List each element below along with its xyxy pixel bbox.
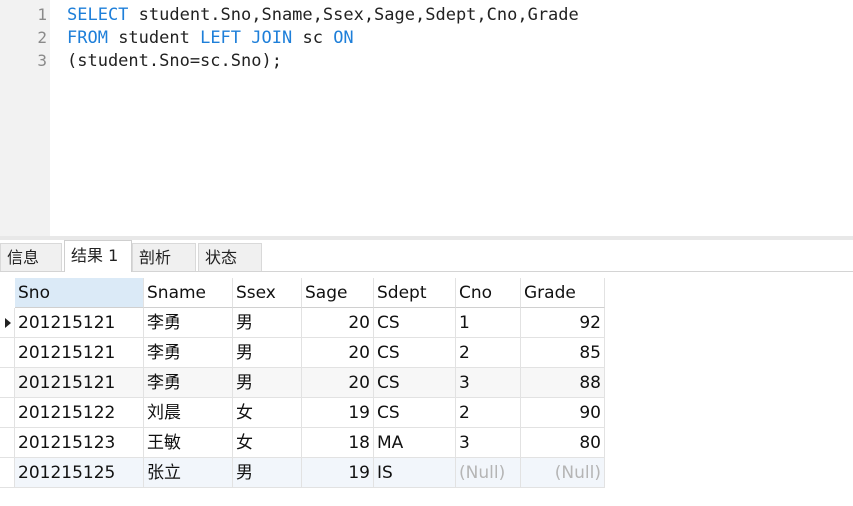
sql-text: student.Sno,Sname,Ssex,Sage,Sdept,Cno,Gr… [128, 5, 579, 25]
cell-sdept[interactable]: IS [374, 458, 456, 488]
row-indicator[interactable] [0, 428, 15, 458]
cell-sage[interactable]: 19 [302, 398, 374, 428]
sql-keyword: ON [333, 28, 354, 48]
cell-sname[interactable]: 李勇 [144, 368, 233, 398]
tab-result-1[interactable]: 结果 1 [64, 240, 132, 272]
row-indicator[interactable] [0, 338, 15, 368]
cell-sno[interactable]: 201215123 [15, 428, 144, 458]
cell-sno[interactable]: 201215121 [15, 368, 144, 398]
current-row-arrow-icon [5, 318, 11, 328]
line-number: 2 [37, 28, 47, 47]
code-text: FROM student LEFT JOIN sc ON [67, 27, 354, 49]
cell-cno[interactable]: 2 [456, 398, 521, 428]
row-indicator[interactable] [0, 308, 15, 338]
cell-sno[interactable]: 201215121 [15, 338, 144, 368]
sql-text: sc [292, 28, 334, 48]
cell-sname[interactable]: 李勇 [144, 308, 233, 338]
cell-sage[interactable]: 19 [302, 458, 374, 488]
code-text: (student.Sno=sc.Sno); [67, 50, 282, 72]
sql-keyword: FROM [67, 28, 108, 48]
cell-ssex[interactable]: 女 [233, 398, 302, 428]
table-row[interactable]: 201215121 李勇男 20 CS 2 85 [0, 338, 605, 368]
tab-profile[interactable]: 剖析 [132, 243, 196, 271]
sql-text: student [107, 28, 201, 48]
table-row[interactable]: 201215125 张立男 19 IS (Null) (Null) [0, 458, 605, 488]
cell-sno[interactable]: 201215125 [15, 458, 144, 488]
column-header-cno[interactable]: Cno [456, 278, 521, 308]
code-line: 3 (student.Sno=sc.Sno); [0, 50, 853, 72]
cell-cno[interactable]: 1 [456, 308, 521, 338]
column-header-sdept[interactable]: Sdept [374, 278, 456, 308]
table-row[interactable]: 201215121 李勇男 20 CS 3 88 [0, 368, 605, 398]
cell-cno[interactable]: 3 [456, 428, 521, 458]
column-header-sname[interactable]: Sname [144, 278, 233, 308]
cell-sdept[interactable]: CS [374, 338, 456, 368]
cell-sage[interactable]: 20 [302, 338, 374, 368]
cell-ssex[interactable]: 女 [233, 428, 302, 458]
cell-grade[interactable]: 92 [521, 308, 605, 338]
sql-editor[interactable]: 1 SELECT student.Sno,Sname,Ssex,Sage,Sdep… [0, 0, 853, 236]
cell-ssex[interactable]: 男 [233, 458, 302, 488]
cell-grade[interactable]: 88 [521, 368, 605, 398]
cell-cno[interactable]: 3 [456, 368, 521, 398]
cell-cno[interactable]: 2 [456, 338, 521, 368]
line-number: 1 [37, 5, 47, 24]
row-indicator[interactable] [0, 458, 15, 488]
column-header-sage[interactable]: Sage [302, 278, 374, 308]
cell-cno[interactable]: (Null) [456, 458, 521, 488]
sql-text: (student.Sno=sc.Sno); [67, 51, 282, 71]
cell-sdept[interactable]: CS [374, 308, 456, 338]
cell-sage[interactable]: 20 [302, 308, 374, 338]
sql-keyword: LEFT [200, 28, 242, 48]
cell-sdept[interactable]: MA [374, 428, 456, 458]
column-header-grade[interactable]: Grade [521, 278, 605, 308]
cell-sname[interactable]: 李勇 [144, 338, 233, 368]
cell-sdept[interactable]: CS [374, 398, 456, 428]
sql-keyword: JOIN [251, 28, 293, 48]
cell-sage[interactable]: 20 [302, 368, 374, 398]
row-indicator[interactable] [0, 368, 15, 398]
row-indicator[interactable] [0, 398, 15, 428]
line-number: 3 [37, 51, 47, 70]
cell-ssex[interactable]: 男 [233, 338, 302, 368]
table-row[interactable]: 201215121 李勇男 20 CS 1 92 [0, 308, 605, 338]
cell-sdept[interactable]: CS [374, 368, 456, 398]
cell-sage[interactable]: 18 [302, 428, 374, 458]
cell-sname[interactable]: 张立 [144, 458, 233, 488]
tab-info[interactable]: 信息 [0, 243, 62, 271]
tab-status[interactable]: 状态 [198, 243, 262, 271]
sql-keyword: SELECT [67, 5, 129, 25]
code-text: SELECT student.Sno,Sname,Ssex,Sage,Sdept… [67, 4, 579, 26]
code-line: 1 SELECT student.Sno,Sname,Ssex,Sage,Sdep… [0, 4, 853, 26]
cell-sname[interactable]: 刘晨 [144, 398, 233, 428]
cell-grade[interactable]: 85 [521, 338, 605, 368]
table-row[interactable]: 201215122 刘晨女 19 CS 2 90 [0, 398, 605, 428]
code-line: 2 FROM student LEFT JOIN sc ON [0, 27, 853, 49]
table-row[interactable]: 201215123 王敏女 18 MA 3 80 [0, 428, 605, 458]
cell-ssex[interactable]: 男 [233, 368, 302, 398]
cell-sno[interactable]: 201215122 [15, 398, 144, 428]
cell-grade[interactable]: 80 [521, 428, 605, 458]
cell-grade[interactable]: (Null) [521, 458, 605, 488]
result-tab-bar: 信息 结果 1 剖析 状态 [0, 240, 853, 272]
navicat-query-window: 1 SELECT student.Sno,Sname,Ssex,Sage,Sdep… [0, 0, 853, 506]
cell-ssex[interactable]: 男 [233, 308, 302, 338]
grid-header-row: Sno Sname Ssex Sage Sdept Cno Grade [0, 278, 605, 308]
column-header-ssex[interactable]: Ssex [233, 278, 302, 308]
column-header-sno[interactable]: Sno [15, 278, 144, 308]
cell-sname[interactable]: 王敏 [144, 428, 233, 458]
cell-grade[interactable]: 90 [521, 398, 605, 428]
cell-sno[interactable]: 201215121 [15, 308, 144, 338]
